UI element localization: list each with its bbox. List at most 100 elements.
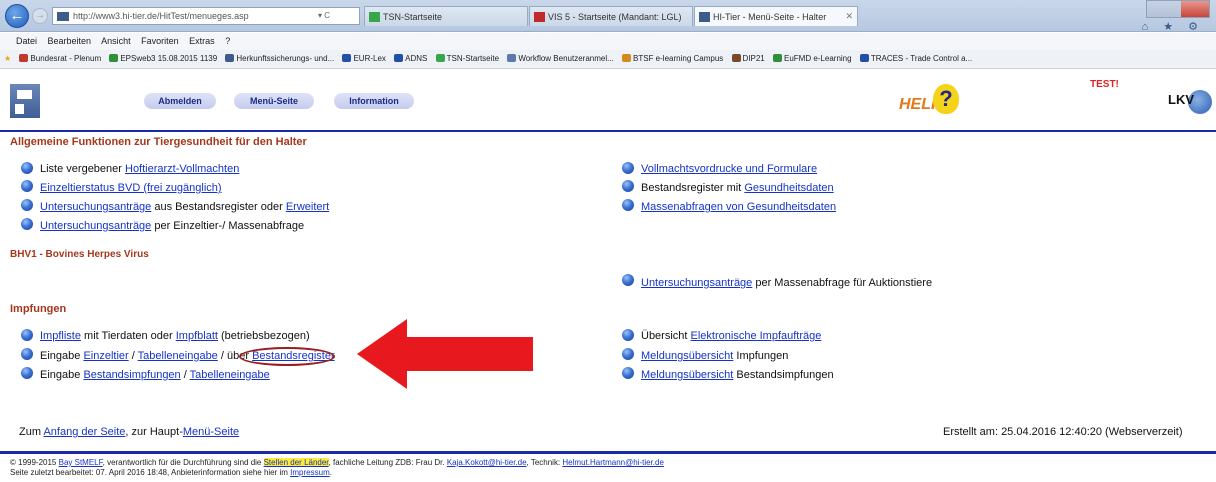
bullet-icon: [21, 348, 33, 360]
vis-icon: [534, 12, 545, 22]
logout-button[interactable]: Abmelden: [144, 93, 216, 109]
fav-item[interactable]: EUR-Lex: [342, 54, 386, 63]
link-stellen-der-laender[interactable]: Stellen der Länder: [263, 458, 329, 467]
refresh-icon[interactable]: ▾ C: [318, 11, 330, 20]
list-item: Übersicht Elektronische Impfaufträge: [641, 330, 822, 342]
fav-item[interactable]: Workflow Benutzeranmel...: [507, 54, 614, 63]
fav-item[interactable]: TSN-Startseite: [435, 54, 499, 63]
fav-item[interactable]: TRACES - Trade Control a...: [859, 54, 972, 63]
browser-tools-icons[interactable]: ⌂ ★ ⚙: [1142, 20, 1204, 33]
favorites-star-icon[interactable]: ★: [4, 54, 11, 63]
menu-page-button[interactable]: Menü-Seite: [234, 93, 314, 109]
tab-label: TSN-Startseite: [383, 12, 443, 22]
tab-hitier[interactable]: HI-Tier - Menü-Seite - Halter ✕: [694, 6, 858, 26]
list-item: Eingabe Bestandsimpfungen / Tabelleneing…: [40, 369, 270, 381]
link-meldungsuebersicht-bestand[interactable]: Meldungsübersicht: [641, 369, 733, 381]
fav-item[interactable]: EuFMD e-Learning: [772, 54, 852, 63]
link-untersuchungsantraege-einzeltier[interactable]: Untersuchungsanträge: [40, 220, 151, 232]
list-item: Meldungsübersicht Bestandsimpfungen: [641, 369, 834, 381]
menu-extras[interactable]: Extras: [189, 36, 215, 46]
address-bar[interactable]: http://www3.hi-tier.de/HitTest/menueges.…: [52, 7, 360, 25]
link-massenabfragen[interactable]: Massenabfragen von Gesundheitsdaten: [641, 201, 836, 213]
link-meldungsuebersicht-impfungen[interactable]: Meldungsübersicht: [641, 350, 733, 362]
link-menue-seite[interactable]: Menü-Seite: [183, 426, 239, 438]
section-title-impfungen: Impfungen: [10, 303, 67, 315]
list-item: Meldungsübersicht Impfungen: [641, 350, 789, 362]
link-einzeltierstatus-bvd[interactable]: Einzeltierstatus BVD (frei zugänglich): [40, 182, 222, 194]
information-button[interactable]: Information: [334, 93, 414, 109]
list-item: Einzeltierstatus BVD (frei zugänglich): [40, 182, 222, 194]
link-tabelleneingabe[interactable]: Tabelleneingabe: [138, 350, 218, 362]
copyright-line-1: © 1999-2015 Bay StMELF, verantwortlich f…: [10, 458, 664, 467]
lkv-logo: LKV: [1168, 86, 1212, 118]
favorites-bar: ★ Bundesrat - Plenum EPSweb3 15.08.2015 …: [0, 50, 1216, 69]
menu-bearbeiten[interactable]: Bearbeiten: [48, 36, 92, 46]
list-item: Untersuchungsanträge per Einzeltier-/ Ma…: [40, 220, 305, 232]
list-item: Bestandsregister mit Gesundheitsdaten: [641, 182, 834, 194]
footer-nav: Zum Anfang der Seite, zur Haupt-Menü-Sei…: [19, 426, 240, 438]
link-untersuchungsantraege-auktion[interactable]: Untersuchungsanträge: [641, 277, 752, 289]
fav-item[interactable]: Bundesrat - Plenum: [19, 54, 101, 63]
link-erweitert[interactable]: Erweitert: [286, 201, 329, 213]
list-item: Untersuchungsanträge aus Bestandsregiste…: [40, 201, 330, 213]
section-title-bhv1: BHV1 - Bovines Herpes Virus: [10, 249, 149, 260]
tab-tsn[interactable]: TSN-Startseite: [364, 6, 528, 26]
menu-help[interactable]: ?: [225, 36, 230, 46]
link-bestandsimpfungen[interactable]: Bestandsimpfungen: [83, 369, 180, 381]
link-impfblatt[interactable]: Impfblatt: [176, 330, 218, 342]
fav-item[interactable]: ADNS: [394, 54, 427, 63]
fav-item[interactable]: BTSF e-learning Campus: [622, 54, 723, 63]
bullet-icon: [21, 162, 33, 174]
help-icon[interactable]: HELP ?: [899, 84, 959, 118]
back-arrow-icon[interactable]: ←: [5, 4, 29, 28]
bullet-icon: [21, 199, 33, 211]
menu-favoriten[interactable]: Favoriten: [141, 36, 179, 46]
bullet-icon: [622, 162, 634, 174]
forward-arrow-icon[interactable]: →: [32, 8, 48, 24]
section-title-allgemein: Allgemeine Funktionen zur Tiergesundheit…: [10, 136, 307, 148]
menu-ansicht[interactable]: Ansicht: [101, 36, 131, 46]
bullet-icon: [622, 274, 634, 286]
close-window-icon[interactable]: [1181, 1, 1209, 17]
site-favicon-icon: [57, 12, 69, 21]
menu-datei[interactable]: Datei: [16, 36, 37, 46]
fav-item[interactable]: Herkunftssicherungs- und...: [225, 54, 334, 63]
copyright: © 1999-2015 Bay StMELF, verantwortlich f…: [10, 458, 664, 478]
list-item: Liste vergebener Hoftierarzt-Vollmachten: [40, 163, 240, 175]
test-label: TEST!: [1090, 79, 1119, 90]
bullet-icon: [622, 329, 634, 341]
tab-vis[interactable]: VIS 5 - Startseite (Mandant: LGL): [529, 6, 693, 26]
link-anfang[interactable]: Anfang der Seite: [43, 426, 125, 438]
fav-item[interactable]: DIP21: [731, 54, 765, 63]
link-impfauftraege[interactable]: Elektronische Impfaufträge: [691, 330, 822, 342]
tab-label: VIS 5 - Startseite (Mandant: LGL): [548, 12, 682, 22]
list-item: Impfliste mit Tierdaten oder Impfblatt (…: [40, 330, 310, 342]
header-divider: [0, 130, 1216, 132]
bullet-icon: [21, 329, 33, 341]
hitier-logo: [10, 84, 40, 118]
link-email-hartmann[interactable]: Helmut.Hartmann@hi-tier.de: [562, 458, 664, 467]
link-impfliste[interactable]: Impfliste: [40, 330, 81, 342]
link-einzeltier[interactable]: Einzeltier: [83, 350, 128, 362]
link-stmelf[interactable]: Bay StMELF: [59, 458, 103, 467]
window-controls[interactable]: [1146, 0, 1210, 18]
close-tab-icon[interactable]: ✕: [845, 11, 853, 22]
link-hoftierarzt[interactable]: Hoftierarzt-Vollmachten: [125, 163, 239, 175]
list-item: Untersuchungsanträge per Massenabfrage f…: [641, 277, 933, 289]
tab-label: HI-Tier - Menü-Seite - Halter: [713, 12, 827, 22]
link-impressum[interactable]: Impressum: [290, 468, 330, 477]
created-timestamp: Erstellt am: 25.04.2016 12:40:20 (Webser…: [943, 426, 1183, 438]
bullet-icon: [622, 367, 634, 379]
bullet-icon: [622, 199, 634, 211]
link-tabelleneingabe-2[interactable]: Tabelleneingabe: [190, 369, 270, 381]
footer-divider: [0, 451, 1216, 454]
link-untersuchungsantraege[interactable]: Untersuchungsanträge: [40, 201, 151, 213]
list-item: Vollmachtsvordrucke und Formulare: [641, 163, 817, 175]
link-email-kokott[interactable]: Kaja.Kokott@hi-tier.de: [447, 458, 527, 467]
red-arrow-icon: [357, 319, 533, 389]
bullet-icon: [21, 367, 33, 379]
fav-item[interactable]: EPSweb3 15.08.2015 1139: [109, 54, 217, 63]
copyright-line-2: Seite zuletzt bearbeitet: 07. April 2016…: [10, 468, 332, 477]
link-vollmachtsvordrucke[interactable]: Vollmachtsvordrucke und Formulare: [641, 163, 817, 175]
link-gesundheitsdaten[interactable]: Gesundheitsdaten: [744, 182, 833, 194]
